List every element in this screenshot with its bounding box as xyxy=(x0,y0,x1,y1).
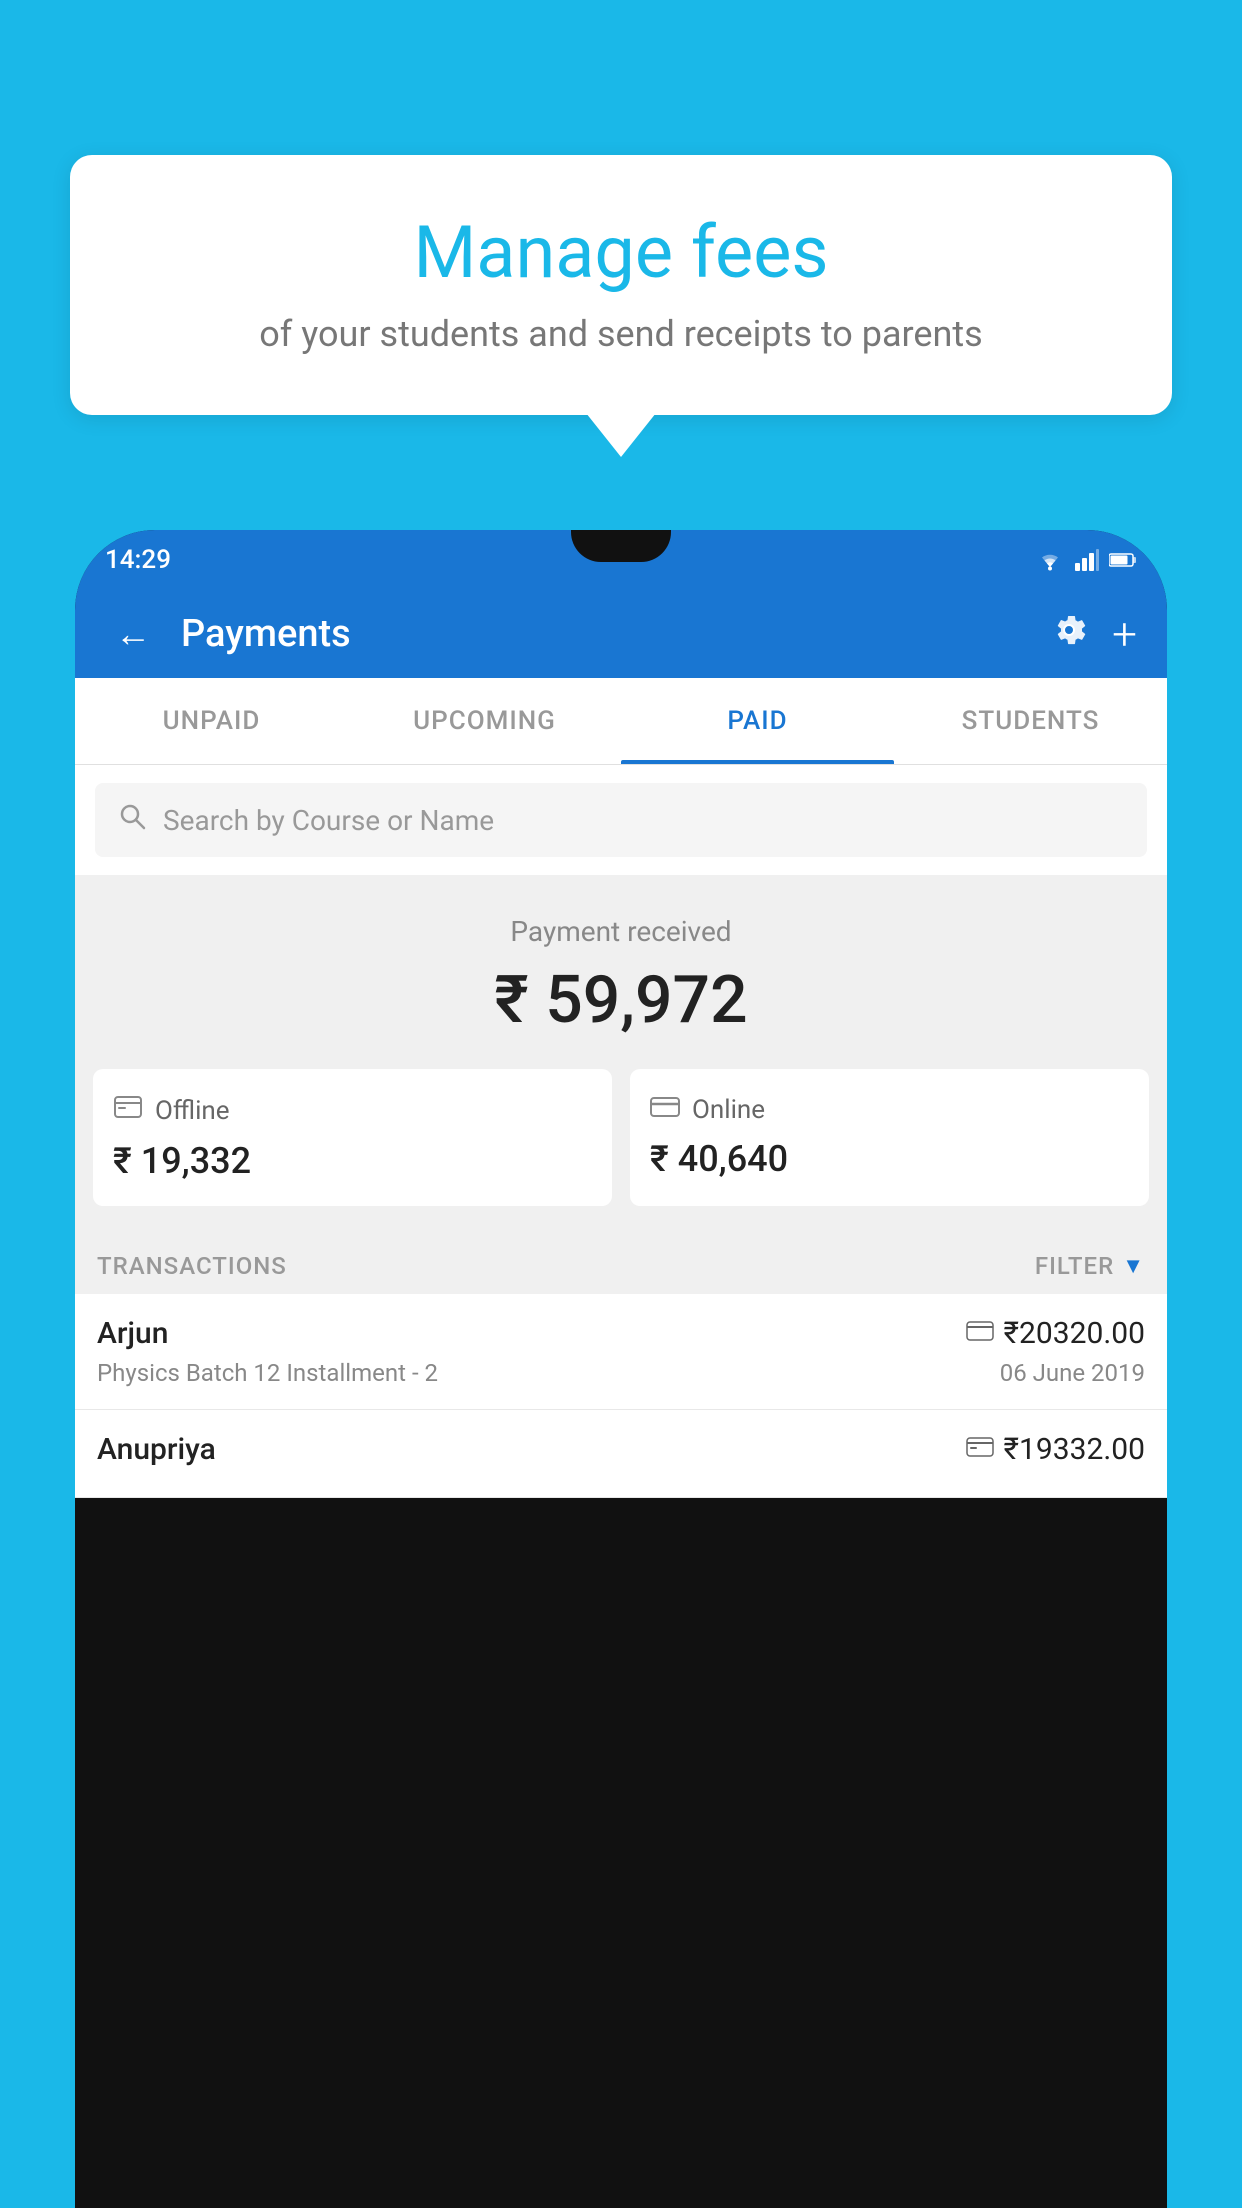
online-card-header: Online xyxy=(650,1093,1129,1126)
tabs: UNPAID UPCOMING PAID STUDENTS xyxy=(75,678,1167,765)
speech-bubble: Manage fees of your students and send re… xyxy=(70,155,1172,415)
offline-icon xyxy=(113,1093,143,1128)
search-input-wrap[interactable]: Search by Course or Name xyxy=(95,783,1147,857)
search-icon xyxy=(117,801,147,839)
main-title: Manage fees xyxy=(130,210,1112,295)
online-icon xyxy=(650,1093,680,1126)
transaction-item[interactable]: Arjun ₹20320.00 Physics Batch 12 Install… xyxy=(75,1294,1167,1410)
transaction-amount-1: ₹20320.00 xyxy=(966,1316,1145,1351)
main-subtitle: of your students and send receipts to pa… xyxy=(130,313,1112,355)
transaction-amount-text-2: ₹19332.00 xyxy=(1004,1432,1145,1467)
offline-payment-card: Offline ₹ 19,332 xyxy=(93,1069,612,1206)
payment-received-section: Payment received ₹ 59,972 xyxy=(75,875,1167,1069)
back-button[interactable]: ← xyxy=(105,603,161,665)
payment-type-icon-2 xyxy=(966,1435,994,1465)
app-bar-actions: + xyxy=(1051,608,1137,660)
transaction-name-2: Anupriya xyxy=(97,1432,216,1467)
online-amount: ₹ 40,640 xyxy=(650,1138,1129,1180)
payment-received-amount: ₹ 59,972 xyxy=(95,962,1147,1039)
transaction-amount-2: ₹19332.00 xyxy=(966,1432,1145,1467)
transaction-course-1: Physics Batch 12 Installment - 2 xyxy=(97,1359,438,1387)
payment-type-icon-1 xyxy=(966,1319,994,1349)
online-payment-card: Online ₹ 40,640 xyxy=(630,1069,1149,1206)
notch xyxy=(571,530,671,562)
app-bar: ← Payments + xyxy=(75,590,1167,678)
phone-frame: 14:29 ← Pa xyxy=(75,530,1167,2208)
transaction-row-2: Anupriya ₹19332.00 xyxy=(97,1432,1145,1467)
transaction-name-1: Arjun xyxy=(97,1316,168,1351)
transaction-row-1: Arjun ₹20320.00 xyxy=(97,1316,1145,1351)
status-bar: 14:29 xyxy=(75,530,1167,590)
search-bar-container: Search by Course or Name xyxy=(75,765,1167,875)
wifi-icon xyxy=(1035,549,1065,571)
transaction-date-1: 06 June 2019 xyxy=(1000,1359,1145,1387)
tab-upcoming[interactable]: UPCOMING xyxy=(348,678,621,764)
filter-label: FILTER xyxy=(1035,1252,1114,1280)
battery-icon xyxy=(1109,552,1137,568)
transaction-sub-row-1: Physics Batch 12 Installment - 2 06 June… xyxy=(97,1359,1145,1387)
transaction-item-2[interactable]: Anupriya ₹19332.00 xyxy=(75,1410,1167,1498)
status-time: 14:29 xyxy=(105,545,171,575)
offline-card-header: Offline xyxy=(113,1093,592,1128)
search-input[interactable]: Search by Course or Name xyxy=(163,804,494,837)
transactions-header: TRANSACTIONS FILTER ▼ xyxy=(75,1234,1167,1294)
tab-unpaid[interactable]: UNPAID xyxy=(75,678,348,764)
add-button[interactable]: + xyxy=(1112,608,1137,660)
transactions-label: TRANSACTIONS xyxy=(97,1252,287,1280)
filter-icon: ▼ xyxy=(1122,1253,1145,1279)
filter-button[interactable]: FILTER ▼ xyxy=(1035,1252,1145,1280)
online-label: Online xyxy=(692,1095,765,1125)
tab-paid[interactable]: PAID xyxy=(621,678,894,764)
offline-amount: ₹ 19,332 xyxy=(113,1140,592,1182)
app-bar-title: Payments xyxy=(181,612,1031,656)
signal-icon xyxy=(1075,549,1099,571)
payment-cards: Offline ₹ 19,332 Online ₹ 40,640 xyxy=(75,1069,1167,1234)
tab-students[interactable]: STUDENTS xyxy=(894,678,1167,764)
status-icons xyxy=(1035,549,1137,571)
content-area: Search by Course or Name Payment receive… xyxy=(75,765,1167,1498)
transaction-amount-text-1: ₹20320.00 xyxy=(1004,1316,1145,1351)
payment-received-label: Payment received xyxy=(95,915,1147,948)
offline-label: Offline xyxy=(155,1096,230,1126)
settings-button[interactable] xyxy=(1051,612,1087,657)
